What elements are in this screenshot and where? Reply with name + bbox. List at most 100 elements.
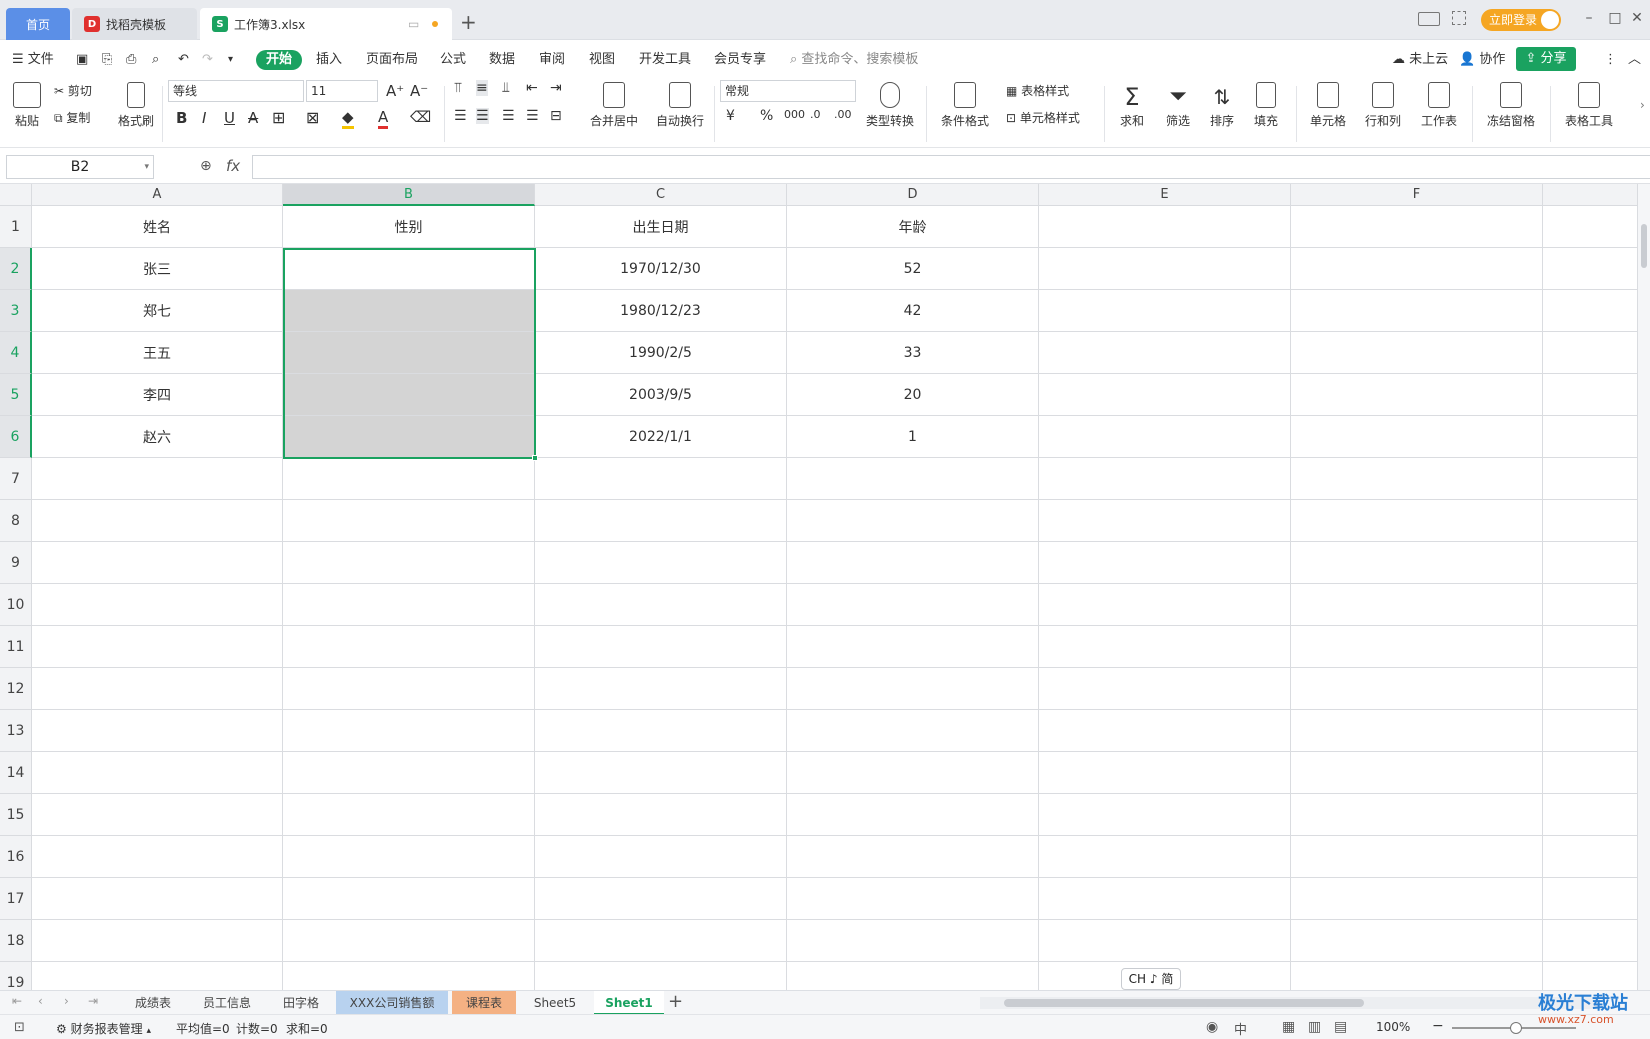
column-header[interactable]: C: [535, 184, 787, 206]
page-layout-view-icon[interactable]: ▥: [1308, 1019, 1321, 1035]
table-cell[interactable]: [283, 920, 535, 962]
table-cell[interactable]: [1039, 206, 1291, 248]
table-cell[interactable]: [1543, 500, 1638, 542]
table-cell[interactable]: [1039, 878, 1291, 920]
table-cell[interactable]: 李四: [32, 374, 283, 416]
tab-view[interactable]: 视图: [589, 50, 615, 70]
table-cell[interactable]: 年龄: [787, 206, 1039, 248]
table-cell[interactable]: [32, 836, 283, 878]
login-button[interactable]: 立即登录: [1481, 9, 1561, 31]
increase-decimal-icon[interactable]: .0: [810, 108, 821, 121]
tab-developer[interactable]: 开发工具: [639, 50, 691, 70]
table-cell[interactable]: [1291, 416, 1543, 458]
table-cell[interactable]: [283, 710, 535, 752]
table-cell[interactable]: [1291, 752, 1543, 794]
close-button[interactable]: ✕: [1626, 10, 1648, 30]
table-cell[interactable]: 1970/12/30: [535, 248, 787, 290]
table-cell[interactable]: [535, 542, 787, 584]
tab-data[interactable]: 数据: [489, 50, 515, 70]
table-cell[interactable]: [1543, 332, 1638, 374]
macro-button[interactable]: ⚙ 财务报表管理 ▴: [56, 1020, 151, 1037]
screen-icon[interactable]: ▭: [408, 17, 419, 31]
command-search[interactable]: ⌕ 查找命令、搜索模板: [790, 50, 918, 70]
table-cell[interactable]: [283, 290, 535, 332]
first-sheet-icon[interactable]: ⇤: [12, 994, 22, 1008]
currency-icon[interactable]: ¥: [726, 108, 735, 124]
ribbon-scroll-right-icon[interactable]: ›: [1640, 98, 1645, 112]
table-cell[interactable]: [1543, 416, 1638, 458]
cell-style-icon[interactable]: ⊠: [306, 108, 319, 127]
table-cell[interactable]: [32, 794, 283, 836]
table-cell[interactable]: 2003/9/5: [535, 374, 787, 416]
table-cell[interactable]: 42: [787, 290, 1039, 332]
sheet-tab[interactable]: 员工信息: [192, 991, 262, 1015]
table-cell[interactable]: [787, 920, 1039, 962]
name-box[interactable]: B2 ▾: [6, 155, 154, 179]
table-cell[interactable]: [1543, 458, 1638, 500]
ime-indicator[interactable]: CH ♪ 简: [1121, 968, 1181, 990]
table-cell[interactable]: [535, 458, 787, 500]
tab-workbook[interactable]: S 工作簿3.xlsx ▭: [200, 8, 452, 40]
table-cell[interactable]: [1291, 248, 1543, 290]
table-cell[interactable]: [1039, 458, 1291, 500]
table-cell[interactable]: [1039, 290, 1291, 332]
table-cell[interactable]: 1980/12/23: [535, 290, 787, 332]
table-cell[interactable]: [1039, 332, 1291, 374]
table-cell[interactable]: [535, 794, 787, 836]
table-cell[interactable]: [283, 248, 535, 290]
table-cell[interactable]: [1291, 794, 1543, 836]
table-cell[interactable]: [283, 500, 535, 542]
tab-insert[interactable]: 插入: [316, 50, 342, 70]
table-cell[interactable]: [1543, 290, 1638, 332]
table-cell[interactable]: [1291, 626, 1543, 668]
row-header[interactable]: 16: [0, 836, 32, 878]
tab-member[interactable]: 会员专享: [714, 50, 766, 70]
sum-button[interactable]: Σ 求和: [1114, 82, 1150, 129]
table-cell[interactable]: 33: [787, 332, 1039, 374]
table-cell[interactable]: [535, 500, 787, 542]
align-center-icon[interactable]: ☰: [476, 108, 489, 124]
type-convert-button[interactable]: 类型转换: [862, 82, 918, 129]
worksheet-button[interactable]: 工作表: [1416, 82, 1462, 129]
strikethrough-icon[interactable]: A: [248, 109, 258, 127]
save-icon[interactable]: ▣: [76, 50, 88, 70]
column-header[interactable]: D: [787, 184, 1039, 206]
table-cell[interactable]: [535, 752, 787, 794]
row-header[interactable]: 12: [0, 668, 32, 710]
table-cell[interactable]: [32, 626, 283, 668]
indent-increase-icon[interactable]: ⇥: [550, 80, 562, 96]
row-header[interactable]: 2: [0, 248, 32, 290]
table-cell[interactable]: [1543, 920, 1638, 962]
collapse-ribbon-icon[interactable]: ︿: [1628, 50, 1641, 70]
row-header[interactable]: 11: [0, 626, 32, 668]
table-cell[interactable]: [1039, 752, 1291, 794]
font-size-select[interactable]: 11: [306, 80, 378, 102]
print-icon[interactable]: ⎙: [126, 50, 136, 70]
table-cell[interactable]: [1291, 542, 1543, 584]
last-sheet-icon[interactable]: ⇥: [88, 994, 98, 1008]
zoom-in-icon[interactable]: ⊕: [200, 158, 212, 174]
format-painter-button[interactable]: 格式刷: [116, 82, 156, 129]
distribute-icon[interactable]: ⊟: [550, 108, 562, 124]
tab-start[interactable]: 开始: [256, 50, 303, 70]
table-cell[interactable]: [1039, 542, 1291, 584]
table-cell[interactable]: [1543, 710, 1638, 752]
tab-review[interactable]: 审阅: [539, 50, 565, 70]
formula-input[interactable]: [252, 155, 1650, 179]
wrap-text-button[interactable]: 自动换行: [654, 82, 706, 129]
table-cell[interactable]: [787, 542, 1039, 584]
table-cell[interactable]: [1039, 710, 1291, 752]
table-cell[interactable]: [283, 332, 535, 374]
table-cell[interactable]: [535, 878, 787, 920]
table-cell[interactable]: [1039, 500, 1291, 542]
table-cell[interactable]: [32, 752, 283, 794]
table-cell[interactable]: [283, 752, 535, 794]
table-cell[interactable]: [787, 458, 1039, 500]
align-middle-icon[interactable]: ≡: [476, 80, 488, 96]
table-cell[interactable]: [1543, 248, 1638, 290]
percent-icon[interactable]: %: [760, 108, 773, 124]
prev-sheet-icon[interactable]: ‹: [38, 994, 43, 1008]
table-cell[interactable]: 王五: [32, 332, 283, 374]
table-cell[interactable]: [787, 668, 1039, 710]
table-tools-button[interactable]: 表格工具: [1560, 82, 1618, 129]
